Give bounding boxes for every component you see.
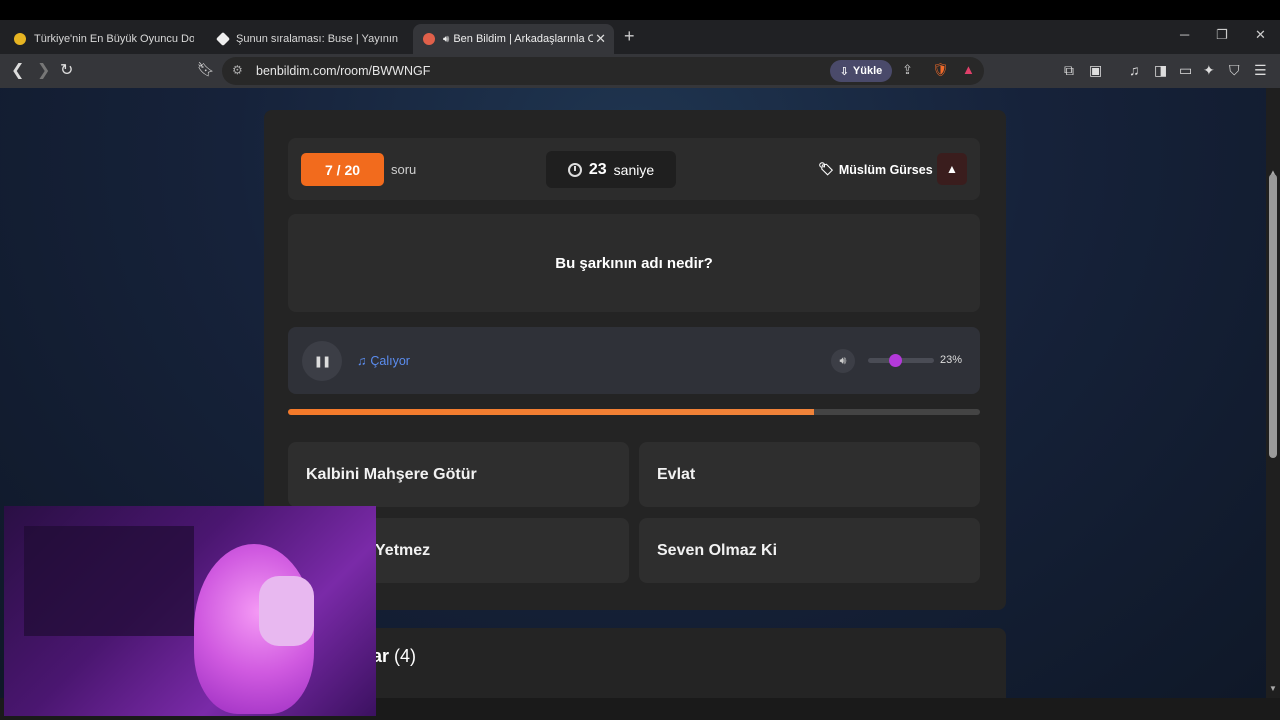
brave-shield-icon[interactable]: 🛡︎ [932, 62, 949, 78]
question-suffix: soru [391, 162, 417, 177]
webcam-headphones [259, 576, 314, 646]
answer-option-1[interactable]: Kalbini Mahşere Götür [288, 442, 629, 507]
playing-status: ♫ Çalıyor [357, 354, 410, 368]
pause-icon: ❚❚ [313, 355, 331, 368]
tab-active[interactable]: 🔊︎ Ben Bildim | Arkadaşlarınla Ol ✕ [413, 24, 614, 54]
bookmark-icon[interactable]: 🔖︎ [197, 61, 215, 78]
artist-hint: 🏷︎ Müslüm Gürses [818, 162, 933, 177]
scroll-down-icon[interactable]: ▼ [1269, 684, 1277, 693]
vpn-icon[interactable]: ⛉ [1229, 62, 1240, 79]
players-count: (4) [394, 646, 417, 666]
volume-percent: 23% [940, 354, 963, 366]
answer-option-label: Yetmez [375, 541, 431, 559]
time-progress-fill [288, 409, 814, 415]
question-text: Bu şarkının adı nedir? [555, 254, 713, 272]
address-bar[interactable]: ⚙ benbildim.com/room/BWWNGF ⇩ Yükle ⇪ 🛡︎… [222, 57, 984, 85]
menu-icon[interactable]: ☰ [1254, 62, 1267, 79]
minimize-icon[interactable]: ─ [1180, 27, 1189, 42]
tab-audio-icon: 🔊︎ [443, 33, 450, 45]
volume-slider[interactable] [868, 354, 934, 367]
screenshot-icon[interactable]: ▣ [1089, 62, 1102, 79]
extensions-icon[interactable]: ⧉ [1064, 62, 1074, 79]
audio-player: ❚❚ ♫ Çalıyor 🔊︎ 23% [288, 327, 980, 394]
sidebar-icon[interactable]: ◨ [1154, 62, 1167, 79]
tab-favicon-icon [14, 33, 26, 45]
answer-option-2[interactable]: Evlat [639, 442, 980, 507]
webcam-background-shelf [24, 526, 194, 636]
wallet-icon[interactable]: ▭ [1179, 62, 1192, 79]
time-progress-bar [288, 409, 980, 415]
playing-label: Çalıyor [370, 354, 410, 368]
artist-name: Müslüm Gürses [838, 162, 933, 177]
tab-label: Türkiye'nin En Büyük Oyuncu Dostu / [34, 33, 194, 45]
site-info-icon[interactable]: ⚙ [232, 63, 243, 77]
tab-label: Ben Bildim | Arkadaşlarınla Ol [453, 33, 594, 45]
players-title: ar (4) [372, 646, 416, 667]
answer-option-4[interactable]: Seven Olmaz Ki [639, 518, 980, 583]
tab-strip: Türkiye'nin En Büyük Oyuncu Dostu / Şunu… [0, 20, 1280, 54]
tag-icon: 🏷︎ [818, 162, 834, 176]
brave-rewards-icon[interactable]: ▲ [962, 62, 975, 77]
restore-icon[interactable]: ❐ [1216, 27, 1228, 43]
install-button[interactable]: ⇩ Yükle [830, 60, 892, 82]
speaker-icon: 🔊︎ [839, 354, 847, 367]
install-icon: ⇩ [839, 65, 849, 78]
tab-favicon-icon [215, 31, 231, 47]
reload-icon[interactable]: ↻ [60, 60, 73, 80]
tab-favicon-icon [423, 33, 435, 45]
scrollbar-thumb[interactable] [1269, 174, 1277, 458]
close-window-icon[interactable]: ✕ [1255, 27, 1266, 43]
new-tab-button[interactable]: + [624, 26, 635, 47]
close-tab-icon[interactable]: ✕ [595, 31, 606, 47]
tab-1[interactable]: Türkiye'nin En Büyük Oyuncu Dostu / [4, 24, 204, 54]
pause-button[interactable]: ❚❚ [302, 341, 342, 381]
tab-label: Şunun sıralaması: Buse | Yayınını güçle [236, 33, 398, 45]
browser-toolbar: ❮ ❯ ↻ 🔖︎ ⚙ benbildim.com/room/BWWNGF ⇩ Y… [0, 54, 1280, 88]
webcam-overlay [4, 506, 376, 716]
tab-2[interactable]: Şunun sıralaması: Buse | Yayınını güçle [208, 24, 408, 54]
vertical-scrollbar[interactable]: ▲ ▼ [1266, 88, 1280, 698]
back-icon[interactable]: ❮ [11, 60, 24, 80]
media-icon[interactable]: ♫ [1129, 62, 1140, 78]
volume-button[interactable]: 🔊︎ [831, 349, 855, 373]
url-text: benbildim.com/room/BWWNGF [256, 64, 431, 78]
warning-icon: ▲ [946, 162, 958, 176]
timer-value: 23 [588, 160, 607, 178]
answer-option-label: Kalbini Mahşere Götür [306, 465, 477, 483]
install-label: Yükle [852, 65, 883, 77]
answer-option-label: Seven Olmaz Ki [657, 541, 778, 559]
question-counter-badge: 7 / 20 [301, 153, 384, 186]
answer-option-label: Evlat [657, 465, 696, 483]
game-header: 7 / 20 soru 23 saniye 🏷︎ Müslüm Gürses ▲ [288, 138, 980, 200]
top-black-bar [0, 0, 1280, 20]
timer: 23 saniye [546, 151, 676, 188]
clock-icon [567, 162, 582, 177]
question-box: Bu şarkının adı nedir? [288, 214, 980, 312]
leo-ai-icon[interactable]: ✦ [1203, 62, 1215, 79]
share-icon[interactable]: ⇪ [902, 62, 913, 78]
forward-icon[interactable]: ❯ [37, 60, 50, 80]
timer-unit: saniye [613, 161, 655, 178]
report-button[interactable]: ▲ [937, 153, 967, 185]
music-note-icon: ♫ [357, 354, 367, 368]
volume-slider-thumb[interactable] [889, 354, 903, 367]
